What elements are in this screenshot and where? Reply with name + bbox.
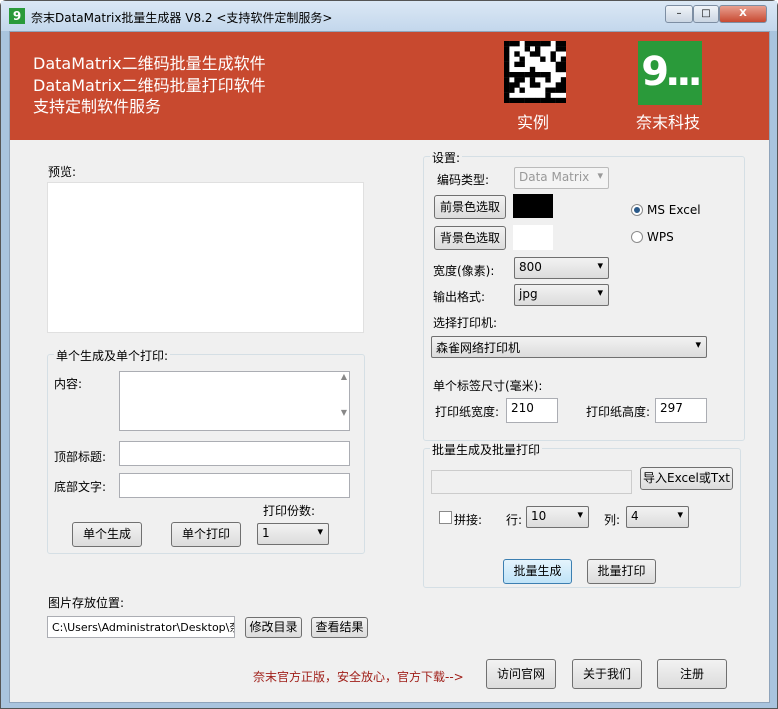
register-button[interactable]: 注册	[657, 659, 727, 689]
preview-area	[47, 182, 364, 333]
paper-width-label: 打印纸宽度:	[435, 405, 500, 419]
banner: DataMatrix二维码批量生成软件 DataMatrix二维码批量打印软件 …	[10, 32, 769, 140]
code-type-label: 编码类型:	[437, 173, 490, 187]
client-area: DataMatrix二维码批量生成软件 DataMatrix二维码批量打印软件 …	[9, 31, 770, 703]
single-group-label: 单个生成及单个打印:	[54, 347, 171, 364]
batch-generate-button[interactable]: 批量生成	[503, 559, 572, 584]
bottom-text-input[interactable]	[119, 473, 350, 498]
datamatrix-example-icon	[504, 41, 566, 103]
change-directory-button[interactable]: 修改目录	[245, 617, 302, 638]
minimize-button[interactable]: –	[665, 5, 693, 23]
wps-radio[interactable]	[631, 231, 643, 243]
title-bar: 9 奈末DataMatrix批量生成器 V8.2 <支持软件定制服务> – □ …	[1, 1, 777, 31]
top-title-label: 顶部标题:	[54, 450, 107, 464]
about-button[interactable]: 关于我们	[572, 659, 642, 689]
copies-label: 打印份数:	[263, 504, 316, 518]
content-scrollbar[interactable]: ▲ ▼	[339, 372, 349, 430]
concat-label: 拼接:	[454, 513, 483, 527]
app-window: 9 奈末DataMatrix批量生成器 V8.2 <支持软件定制服务> – □ …	[0, 0, 778, 709]
printer-label: 选择打印机:	[433, 316, 498, 330]
import-button[interactable]: 导入Excel或Txt	[640, 467, 733, 490]
width-select[interactable]: 800	[514, 257, 609, 279]
batch-group-label: 批量生成及批量打印	[430, 441, 543, 458]
paper-width-input[interactable]: 210	[506, 398, 558, 423]
maximize-button[interactable]: □	[693, 5, 719, 23]
foreground-color-button[interactable]: 前景色选取	[434, 195, 506, 219]
banner-line-1: DataMatrix二维码批量生成软件	[33, 54, 266, 73]
view-results-button[interactable]: 查看结果	[311, 617, 368, 638]
window-title: 奈末DataMatrix批量生成器 V8.2 <支持软件定制服务>	[31, 11, 333, 25]
code-type-select[interactable]: Data Matrix	[514, 167, 609, 189]
settings-group-label: 设置:	[430, 149, 463, 166]
single-generate-button[interactable]: 单个生成	[72, 522, 142, 547]
brand-label: 奈末科技	[636, 113, 701, 132]
brand-logo: 9...	[638, 41, 702, 105]
single-print-button[interactable]: 单个打印	[171, 522, 241, 547]
row-select[interactable]: 10	[526, 506, 589, 528]
width-label: 宽度(像素):	[433, 264, 495, 278]
col-label: 列:	[604, 513, 621, 527]
example-label: 实例	[517, 113, 550, 132]
top-title-input[interactable]	[119, 441, 350, 466]
preview-label: 预览:	[48, 165, 77, 179]
row-label: 行:	[506, 513, 523, 527]
close-button[interactable]: X	[719, 5, 767, 23]
content-label: 内容:	[54, 377, 83, 391]
bottom-text-label: 底部文字:	[54, 480, 107, 494]
paper-height-input[interactable]: 297	[655, 398, 707, 423]
excel-radio-label: MS Excel	[647, 203, 701, 217]
background-color-button[interactable]: 背景色选取	[434, 226, 506, 250]
excel-radio[interactable]	[631, 204, 643, 216]
copies-select[interactable]: 1	[257, 523, 329, 545]
wps-radio-label: WPS	[647, 230, 674, 244]
concat-checkbox[interactable]	[439, 511, 452, 524]
format-label: 输出格式:	[433, 290, 486, 304]
visit-site-button[interactable]: 访问官网	[486, 659, 556, 689]
banner-line-3: 支持定制软件服务	[33, 97, 162, 116]
storage-path-input[interactable]: C:\Users\Administrator\Desktop\奈	[47, 616, 235, 638]
app-icon: 9	[9, 8, 25, 24]
background-color-swatch	[513, 225, 553, 250]
content-textarea[interactable]	[119, 371, 350, 431]
batch-file-input[interactable]	[431, 470, 632, 494]
foreground-color-swatch	[513, 194, 553, 218]
paper-height-label: 打印纸高度:	[586, 405, 651, 419]
batch-print-button[interactable]: 批量打印	[587, 559, 656, 584]
printer-select[interactable]: 森雀网络打印机	[431, 336, 707, 358]
official-notice: 奈末官方正版，安全放心，官方下载-->	[253, 670, 464, 684]
format-select[interactable]: jpg	[514, 284, 609, 306]
label-size-label: 单个标签尺寸(毫米):	[433, 379, 543, 393]
storage-label: 图片存放位置:	[48, 596, 125, 610]
col-select[interactable]: 4	[626, 506, 689, 528]
